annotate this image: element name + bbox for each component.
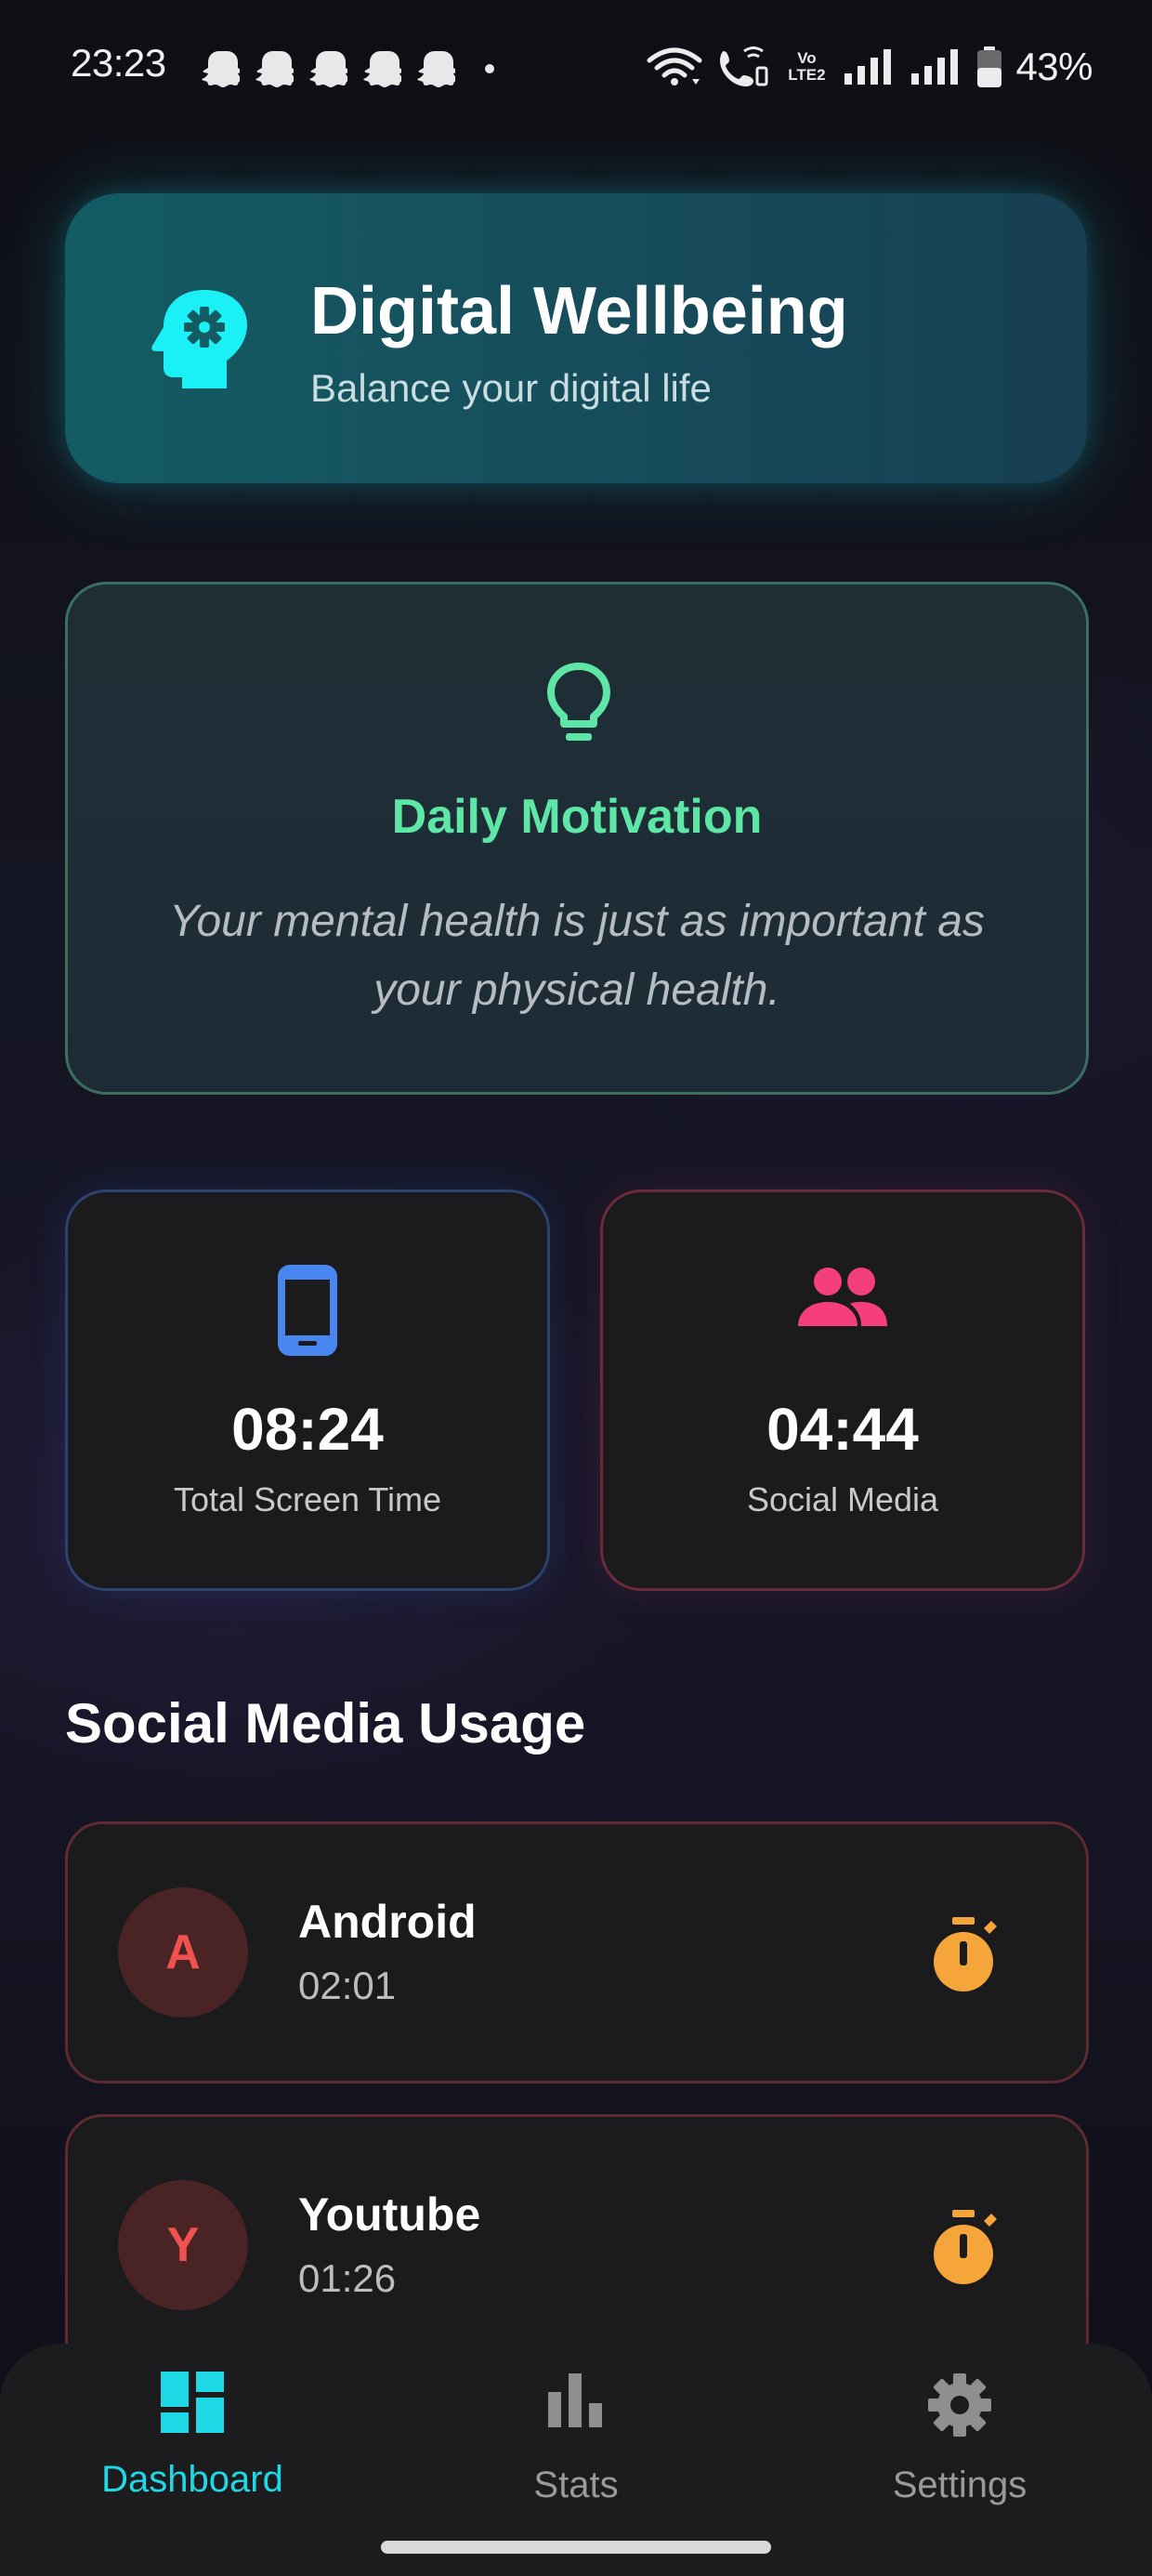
nav-item-dashboard[interactable]: Dashboard bbox=[53, 2344, 332, 2530]
app-avatar: A bbox=[118, 1887, 248, 2017]
app-avatar: Y bbox=[118, 2180, 248, 2310]
gear-icon bbox=[926, 2372, 993, 2443]
bar-chart-icon bbox=[548, 2372, 604, 2432]
app-usage-time: 01:26 bbox=[298, 2256, 397, 2300]
app-usage-time: 02:01 bbox=[298, 1964, 397, 2007]
dashboard-icon bbox=[161, 2372, 224, 2438]
list-item[interactable]: A Android 02:01 bbox=[65, 1821, 1089, 2083]
app-usage-list: A Android 02:01 Y Youtube 01:26 bbox=[0, 0, 1152, 2576]
timer-icon[interactable] bbox=[926, 2208, 1001, 2288]
nav-icon-wrap bbox=[820, 2372, 1099, 2443]
nav-label-stats: Stats bbox=[533, 2464, 619, 2505]
nav-icon-wrap bbox=[53, 2372, 332, 2438]
home-gesture-bar[interactable] bbox=[381, 2541, 771, 2554]
nav-item-stats[interactable]: Stats bbox=[437, 2344, 715, 2530]
list-item[interactable]: Y Youtube 01:26 bbox=[65, 2114, 1089, 2376]
nav-icon-wrap bbox=[437, 2372, 715, 2432]
app-name: Youtube bbox=[298, 2188, 481, 2241]
nav-label-settings: Settings bbox=[892, 2464, 1028, 2505]
app-name: Android bbox=[298, 1896, 477, 1948]
timer-icon[interactable] bbox=[926, 1915, 1001, 1995]
nav-label-dashboard: Dashboard bbox=[101, 2459, 283, 2500]
nav-item-settings[interactable]: Settings bbox=[820, 2344, 1099, 2530]
